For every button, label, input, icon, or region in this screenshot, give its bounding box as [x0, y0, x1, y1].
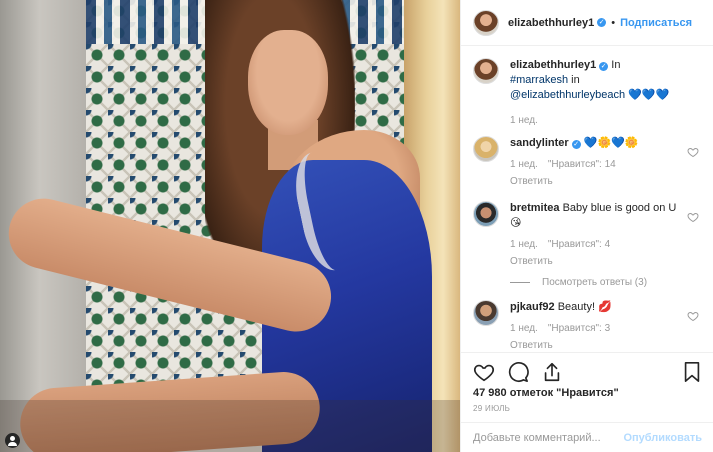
follow-button[interactable]: Подписаться	[620, 17, 692, 29]
comments-list[interactable]: elizabethhurley1 ✓ In #marrakesh in @eliz…	[461, 46, 713, 352]
caption-emoji: 💙💙💙	[628, 89, 670, 101]
verified-badge-icon: ✓	[599, 62, 609, 71]
comment-time[interactable]: 1 нед.	[510, 321, 538, 336]
reply-button[interactable]: Ответить	[510, 338, 679, 352]
author-username[interactable]: elizabethhurley1	[508, 17, 594, 29]
comment-text: 💙🌼💙🌼	[583, 137, 639, 149]
comment-input[interactable]	[473, 431, 624, 444]
add-comment-bar: Опубликовать	[461, 422, 713, 452]
bookmark-icon[interactable]	[682, 361, 702, 383]
comment-likes[interactable]: "Нравится": 4	[548, 237, 610, 252]
heart-icon[interactable]	[473, 361, 495, 383]
commenter-username[interactable]: bretmitea	[510, 202, 560, 214]
post-date[interactable]: 29 ИЮЛЬ	[461, 399, 713, 413]
publish-button[interactable]: Опубликовать	[623, 432, 702, 444]
caption-text-middle: in	[571, 74, 580, 86]
commenter-username[interactable]: sandylinter	[510, 137, 569, 149]
author-avatar[interactable]	[473, 9, 499, 36]
commenter-avatar[interactable]	[473, 136, 499, 162]
caption-mention-link[interactable]: @elizabethhurleybeach	[510, 89, 625, 101]
comment-time[interactable]: 1 нед.	[510, 237, 538, 252]
view-replies-button[interactable]: Посмотреть ответы (3)	[510, 277, 701, 288]
commenter-avatar[interactable]	[473, 201, 499, 227]
action-icons	[461, 353, 713, 385]
post-caption: elizabethhurley1 ✓ In #marrakesh in @eliz…	[473, 58, 701, 128]
comment-like-heart-icon[interactable]	[687, 211, 699, 223]
view-replies-line	[510, 282, 530, 283]
comment-text: Beauty! 💋	[557, 301, 612, 313]
comment-item: pjkauf92 Beauty! 💋 1 нед. "Нравится": 3 …	[473, 300, 701, 352]
photo-floor-shadow	[0, 400, 460, 452]
comment-time[interactable]: 1 нед.	[510, 157, 538, 172]
photo-face	[248, 30, 328, 135]
comment-likes[interactable]: "Нравится": 14	[548, 157, 616, 172]
post-side-panel: elizabethhurley1 ✓ • Подписаться elizabe…	[460, 0, 713, 452]
post-photo[interactable]	[0, 0, 460, 452]
comment-icon[interactable]	[507, 361, 529, 383]
caption-time[interactable]: 1 нед.	[510, 113, 538, 128]
post-header: elizabethhurley1 ✓ • Подписаться	[461, 0, 713, 46]
reply-button[interactable]: Ответить	[510, 254, 679, 269]
comment-like-heart-icon[interactable]	[687, 146, 699, 158]
caption-author-username[interactable]: elizabethhurley1	[510, 59, 596, 71]
reply-button[interactable]: Ответить	[510, 174, 679, 189]
commenter-avatar[interactable]	[473, 300, 499, 326]
caption-hashtag-link[interactable]: #marrakesh	[510, 74, 568, 86]
verified-badge-icon: ✓	[571, 140, 581, 149]
verified-badge-icon: ✓	[597, 18, 607, 27]
user-tag-icon[interactable]	[5, 433, 20, 448]
comment-likes[interactable]: "Нравится": 3	[548, 321, 610, 336]
caption-text-prefix: In	[611, 59, 621, 71]
commenter-username[interactable]: pjkauf92	[510, 301, 555, 313]
separator-dot: •	[611, 16, 616, 29]
comment-like-heart-icon[interactable]	[687, 310, 699, 322]
comment-item: bretmitea Baby blue is good on U 😘 1 нед…	[473, 201, 701, 269]
caption-author-avatar[interactable]	[473, 58, 499, 84]
comment-item: sandylinter ✓ 💙🌼💙🌼 1 нед. "Нравится": 14 …	[473, 136, 701, 189]
share-icon[interactable]	[541, 361, 563, 383]
likes-count[interactable]: 47 980 отметок "Нравится"	[461, 385, 713, 399]
view-replies-label: Посмотреть ответы (3)	[542, 277, 648, 288]
